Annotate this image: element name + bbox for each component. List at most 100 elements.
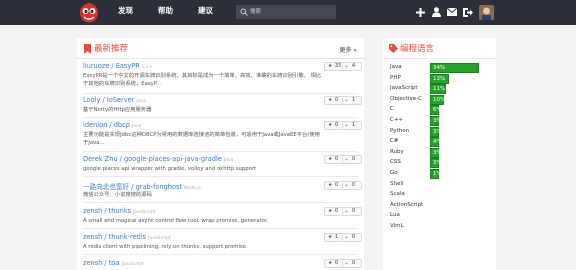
fork-count: 0 xyxy=(352,235,356,240)
fork-count: 0 xyxy=(352,261,356,266)
list-item: zensh / thunks JavaScript A small and mag… xyxy=(83,207,362,227)
language-name: Java xyxy=(390,64,402,70)
star-icon[interactable]: ★ xyxy=(328,235,332,240)
language-bar: 4% xyxy=(430,137,442,148)
repo-link[interactable]: Derek Zhu / google-places-api-java-gradl… xyxy=(83,155,233,163)
divider xyxy=(83,117,358,118)
repo-link[interactable]: zensh / thunks JavaScript xyxy=(83,207,156,215)
language-name: PHP xyxy=(390,74,401,81)
fork-icon[interactable]: ⑂ xyxy=(345,64,348,70)
repo-language: JavaScript xyxy=(148,236,171,241)
fork-count: 4 xyxy=(352,64,356,69)
star-count: 0 xyxy=(335,123,339,128)
language-percent: 34% xyxy=(433,65,446,71)
fork-icon[interactable]: ⑂ xyxy=(345,183,348,189)
logout-icon[interactable] xyxy=(463,7,473,17)
repo-language: C++ xyxy=(141,65,153,70)
language-name: Ruby xyxy=(390,148,404,155)
language-bar: 1% xyxy=(430,169,442,179)
language-percent: 10% xyxy=(433,96,446,103)
fork-count: 0 xyxy=(352,157,356,162)
repo-description: A small and magical async control flow t… xyxy=(83,218,269,224)
search-box xyxy=(236,5,336,19)
star-icon[interactable]: ★ xyxy=(328,98,332,103)
languages-title: 编程语言 xyxy=(400,44,435,54)
language-bar: 3% xyxy=(430,126,442,137)
repo-link[interactable]: liuruoze / EasyPR C++ xyxy=(83,62,153,70)
language-name: C++ xyxy=(390,117,404,123)
repo-language: JavaScript xyxy=(121,262,144,267)
repo-description: google places api wrapper with gradle, v… xyxy=(83,166,257,172)
list-item: Looly / IoServer Java 基于Netty的Http应用服务器 ★… xyxy=(83,96,362,116)
fork-icon[interactable]: ⑂ xyxy=(345,123,348,129)
nav-link-discover[interactable]: 发现 xyxy=(118,6,133,16)
star-count: 0 xyxy=(335,98,339,103)
language-name: JavaScript xyxy=(390,85,418,92)
list-item: Derek Zhu / google-places-api-java-gradl… xyxy=(83,155,362,175)
star-count: 33 xyxy=(335,64,342,69)
repo-link[interactable]: zensh / toa JavaScript xyxy=(83,259,144,267)
language-name: Lua xyxy=(390,212,400,219)
language-bar: 10% xyxy=(430,94,446,105)
avatar[interactable] xyxy=(479,5,494,20)
repo-link[interactable]: idenion / dbcp Java xyxy=(83,121,141,129)
repo-link[interactable]: Looly / IoServer Java xyxy=(83,96,146,104)
repo-language: Java xyxy=(136,99,146,104)
language-percent: 3% xyxy=(433,128,442,135)
fork-icon[interactable]: ⑂ xyxy=(345,209,348,215)
repo-language: JavaScript xyxy=(133,210,156,215)
repo-stats: ★ 0 ⑂ 1 xyxy=(324,96,362,105)
nav-link-help[interactable]: 帮助 xyxy=(158,6,173,16)
repo-stats: ★ 0 ⑂ 0 xyxy=(324,259,362,268)
user-icon[interactable] xyxy=(431,7,441,17)
fork-icon[interactable]: ⑂ xyxy=(345,261,348,267)
repo-description: EasyPR是一个中文的开源车牌识别系统，其目标是成为一个简单、高效、准确的车牌… xyxy=(83,73,322,87)
star-icon[interactable]: ★ xyxy=(328,261,332,266)
language-percent: 3% xyxy=(433,118,442,124)
language-bar: 3% xyxy=(430,158,442,169)
star-icon[interactable]: ★ xyxy=(328,123,332,128)
repo-link[interactable]: zensh / thunk-redis JavaScript xyxy=(83,233,171,241)
divider xyxy=(83,151,358,152)
star-icon[interactable]: ★ xyxy=(328,64,332,69)
language-percent: 4% xyxy=(433,139,442,146)
language-name: C xyxy=(390,106,394,113)
repo-link[interactable]: 一路向北也蛮好 / grab-fonghost Node.js xyxy=(83,181,201,191)
star-count: 0 xyxy=(335,157,339,162)
star-count: 0 xyxy=(335,261,339,266)
fork-icon[interactable]: ⑂ xyxy=(345,157,348,163)
mail-icon[interactable] xyxy=(447,7,457,17)
nav-link-suggest[interactable]: 建议 xyxy=(198,6,213,16)
language-name: Go xyxy=(390,170,398,176)
language-name: VimL xyxy=(390,223,404,229)
fork-count: 0 xyxy=(352,209,356,214)
star-icon[interactable]: ★ xyxy=(328,183,332,188)
fork-icon[interactable]: ⑂ xyxy=(345,98,348,104)
fork-icon[interactable]: ⑂ xyxy=(345,235,348,241)
languages-panel-header: 编程语言 xyxy=(383,38,496,59)
language-name: CSS xyxy=(390,159,401,166)
recommended-title: 最新推荐 xyxy=(94,44,129,54)
search-input[interactable] xyxy=(250,7,330,17)
divider xyxy=(83,228,358,229)
star-icon[interactable]: ★ xyxy=(328,209,332,214)
more-link[interactable]: 更多 » xyxy=(339,45,357,54)
tag-icon xyxy=(389,44,398,53)
fork-count: 1 xyxy=(352,123,356,128)
repo-stats: ★ 33 ⑂ 4 xyxy=(324,62,362,71)
languages-panel: 编程语言 Java 34% PHP 13% JavaScript 11% Objective… xyxy=(383,38,496,270)
language-bar: 3% xyxy=(430,147,442,158)
repo-stats: ★ 0 ⑂ 0 xyxy=(324,181,362,190)
language-bar: 11% xyxy=(430,84,446,95)
add-icon[interactable] xyxy=(415,7,425,17)
language-name: Shell xyxy=(390,180,404,187)
fork-count: 1 xyxy=(352,98,356,103)
repo-language: Java xyxy=(131,124,142,129)
star-icon[interactable]: ★ xyxy=(328,157,332,162)
repo-stats: ★ 0 ⑂ 1 xyxy=(324,121,362,130)
divider xyxy=(83,202,358,203)
star-count: 1 xyxy=(335,235,339,240)
repo-description: 微信公众号：小说搜搜的源码 xyxy=(83,192,152,198)
search-icon xyxy=(240,8,248,16)
logo-mascot-icon[interactable] xyxy=(79,2,99,23)
